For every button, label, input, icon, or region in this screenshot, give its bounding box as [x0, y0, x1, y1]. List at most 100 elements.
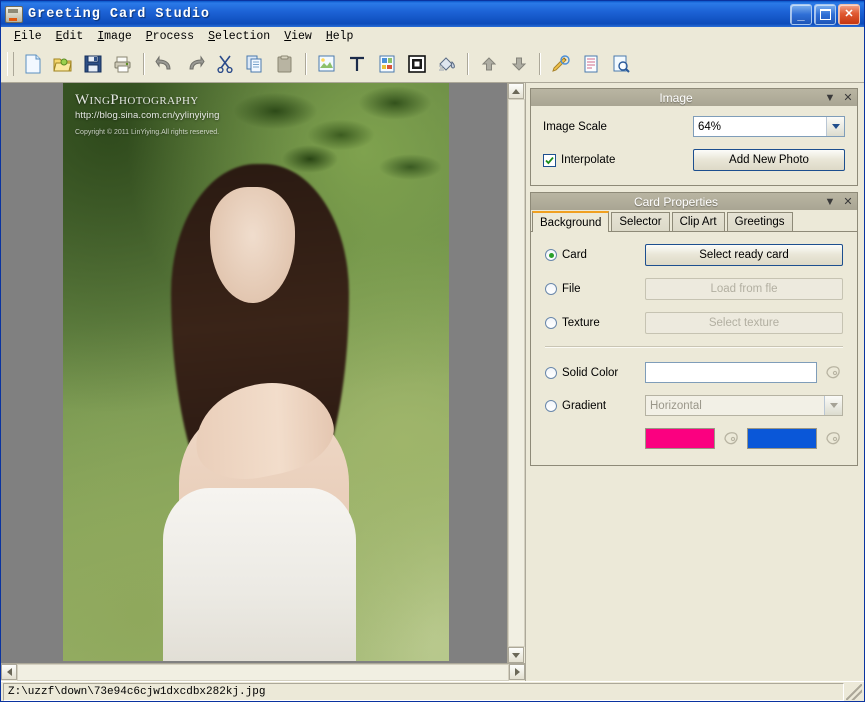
color-picker-icon[interactable] [823, 363, 843, 383]
insert-text-icon[interactable] [343, 50, 371, 78]
vertical-scrollbar[interactable] [507, 83, 525, 663]
application-window: Greeting Card Studio _ ✕ File Edit Image… [0, 0, 865, 702]
undo-icon[interactable] [151, 50, 179, 78]
radio-file-label: File [562, 283, 581, 295]
file-option-row: File Load from fle [545, 278, 843, 300]
radio-indicator-texture [545, 317, 557, 329]
minimize-button[interactable]: _ [790, 3, 812, 25]
card-panel-collapse-icon[interactable]: ▼ [821, 196, 839, 208]
gradient-start-swatch[interactable] [645, 428, 715, 449]
card-panel-header: Card Properties ▼ ✕ [530, 192, 858, 210]
print-icon[interactable] [109, 50, 137, 78]
printer-icon [5, 5, 23, 23]
cut-scissors-icon[interactable] [211, 50, 239, 78]
frame-icon[interactable] [403, 50, 431, 78]
right-panel-stack: Image ▼ ✕ Image Scale 64% Interpolate Ad… [526, 83, 864, 681]
menu-edit[interactable]: Edit [49, 28, 91, 45]
toolbar-separator [467, 53, 469, 75]
image-scale-combobox[interactable]: 64% [693, 116, 845, 137]
radio-texture[interactable]: Texture [545, 317, 645, 329]
title-bar: Greeting Card Studio _ ✕ [1, 1, 864, 27]
radio-indicator-card [545, 249, 557, 261]
gradient-direction-combobox[interactable]: Horizontal [645, 395, 843, 416]
clip-art-icon[interactable] [373, 50, 401, 78]
color-picker-icon[interactable] [823, 429, 843, 449]
solid-color-swatch[interactable] [645, 362, 817, 383]
radio-gradient[interactable]: Gradient [545, 399, 645, 412]
image-panel-title: Image [659, 90, 693, 105]
background-tab-content: Card Select ready card File Load from fl… [531, 231, 857, 465]
tab-clip-art[interactable]: Clip Art [671, 212, 725, 231]
radio-file[interactable]: File [545, 283, 645, 295]
chevron-down-icon[interactable] [826, 117, 844, 136]
image-panel-body: Image Scale 64% Interpolate Add New Phot… [530, 106, 858, 186]
move-down-icon[interactable] [505, 50, 533, 78]
open-folder-icon[interactable] [49, 50, 77, 78]
horizontal-scrollbar[interactable] [1, 663, 525, 681]
photo-dress [163, 487, 357, 661]
load-from-file-button[interactable]: Load from fle [645, 278, 843, 300]
new-document-icon[interactable] [19, 50, 47, 78]
radio-indicator-file [545, 283, 557, 295]
resize-grip-icon[interactable] [846, 683, 862, 700]
interpolate-label: Interpolate [561, 154, 616, 166]
image-panel-header: Image ▼ ✕ [530, 88, 858, 106]
solid-color-row: Solid Color [545, 362, 843, 383]
toolbar-grip[interactable] [7, 52, 14, 76]
image-panel-collapse-icon[interactable]: ▼ [821, 92, 839, 104]
move-up-icon[interactable] [475, 50, 503, 78]
horizontal-scroll-track[interactable] [17, 664, 509, 681]
save-disk-icon[interactable] [79, 50, 107, 78]
menu-bar: File Edit Image Process Selection View H… [1, 27, 864, 46]
maximize-button[interactable] [814, 3, 836, 25]
menu-process[interactable]: Process [139, 28, 201, 45]
menu-selection[interactable]: Selection [201, 28, 277, 45]
texture-option-row: Texture Select texture [545, 312, 843, 334]
canvas-row: WingPhotography http://blog.sina.com.cn/… [1, 83, 525, 663]
edit-pen-icon[interactable] [547, 50, 575, 78]
scroll-left-button[interactable] [1, 664, 17, 680]
card-panel-close-icon[interactable]: ✕ [839, 195, 857, 208]
section-divider [545, 346, 843, 348]
menu-view[interactable]: View [277, 28, 319, 45]
add-new-photo-button[interactable]: Add New Photo [693, 149, 845, 171]
scroll-down-button[interactable] [508, 647, 524, 663]
gradient-end-swatch[interactable] [747, 428, 817, 449]
toolbar [1, 46, 864, 83]
chevron-down-icon[interactable] [824, 396, 842, 415]
radio-indicator-gradient [545, 399, 557, 412]
card-tabs: Background Selector Clip Art Greetings [531, 210, 857, 232]
canvas-area: WingPhotography http://blog.sina.com.cn/… [1, 83, 526, 681]
radio-card[interactable]: Card [545, 249, 645, 261]
select-texture-button[interactable]: Select texture [645, 312, 843, 334]
photo-document[interactable]: WingPhotography http://blog.sina.com.cn/… [63, 83, 449, 661]
paste-icon[interactable] [271, 50, 299, 78]
vertical-scroll-track[interactable] [508, 99, 525, 647]
menu-help[interactable]: Help [319, 28, 361, 45]
tab-selector[interactable]: Selector [611, 212, 670, 231]
tab-background[interactable]: Background [532, 211, 610, 232]
select-ready-card-button[interactable]: Select ready card [645, 244, 843, 266]
color-picker-icon[interactable] [721, 429, 741, 449]
menu-image[interactable]: Image [90, 28, 139, 45]
image-panel-close-icon[interactable]: ✕ [839, 91, 857, 104]
card-panel-title: Card Properties [633, 194, 719, 209]
radio-solid-color[interactable]: Solid Color [545, 366, 645, 379]
card-option-row: Card Select ready card [545, 244, 843, 266]
copy-icon[interactable] [241, 50, 269, 78]
close-button[interactable]: ✕ [838, 3, 860, 25]
print-preview-icon[interactable] [607, 50, 635, 78]
interpolate-checkbox[interactable]: Interpolate [543, 153, 693, 167]
gradient-label: Gradient [562, 399, 607, 412]
redo-icon[interactable] [181, 50, 209, 78]
page-setup-icon[interactable] [577, 50, 605, 78]
image-canvas[interactable]: WingPhotography http://blog.sina.com.cn/… [1, 83, 507, 663]
insert-image-icon[interactable] [313, 50, 341, 78]
scroll-up-button[interactable] [508, 83, 524, 99]
paint-bucket-icon[interactable] [433, 50, 461, 78]
menu-file[interactable]: File [7, 28, 49, 45]
gradient-colors-row [545, 428, 843, 449]
tab-greetings[interactable]: Greetings [726, 212, 793, 231]
image-scale-value: 64% [698, 120, 722, 133]
scroll-right-button[interactable] [509, 664, 525, 680]
